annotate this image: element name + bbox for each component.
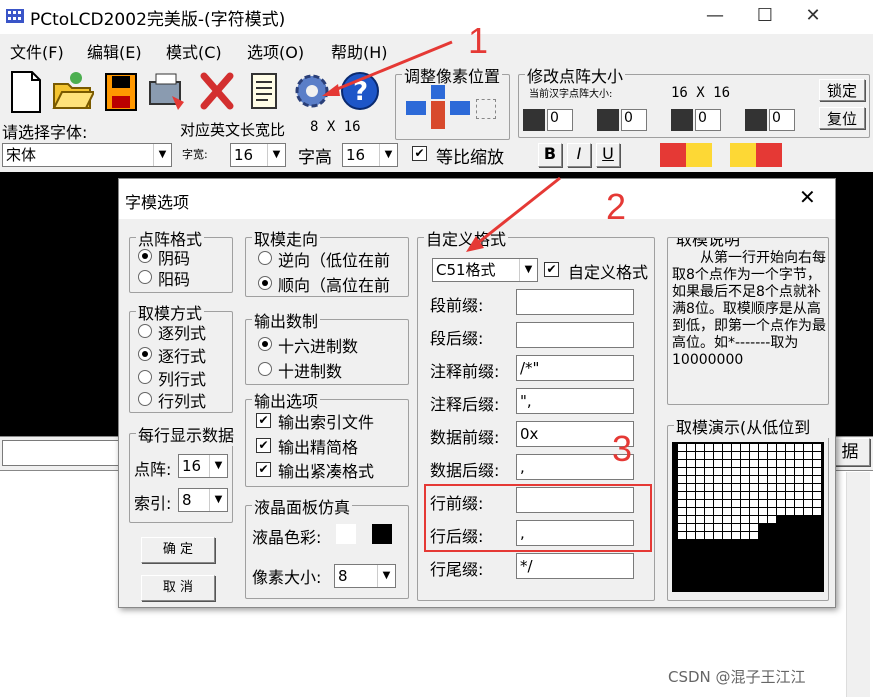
annotation-arrows (322, 40, 561, 252)
